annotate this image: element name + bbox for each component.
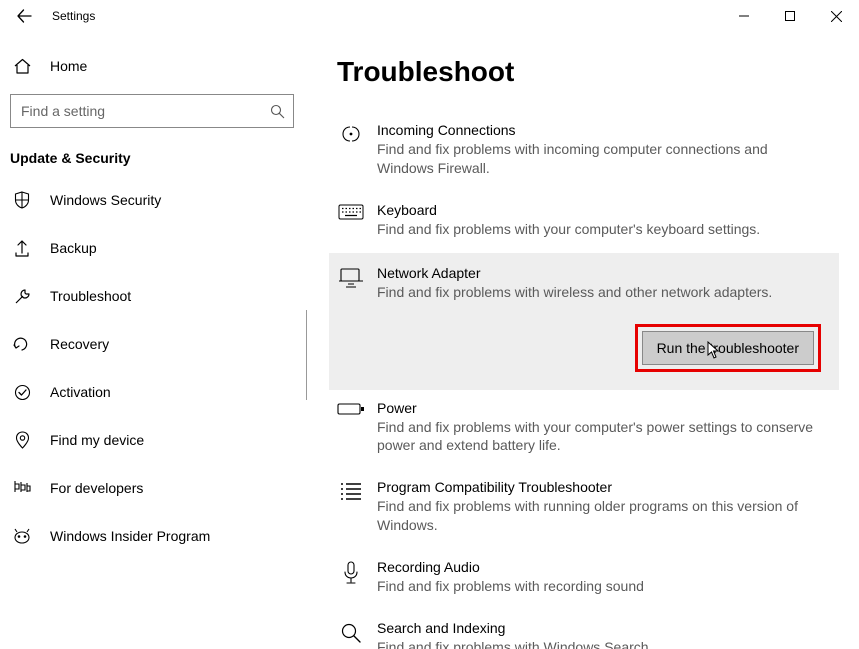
network-adapter-icon <box>337 267 365 289</box>
nav-label: Troubleshoot <box>50 288 131 304</box>
window-title: Settings <box>52 9 95 23</box>
backup-icon <box>12 239 32 257</box>
close-icon <box>831 11 842 22</box>
nav-windows-insider[interactable]: Windows Insider Program <box>10 512 297 560</box>
search-box[interactable] <box>10 94 294 128</box>
item-desc: Find and fix problems with wireless and … <box>377 283 772 302</box>
nav-list: Windows Security Backup Troubleshoot Rec… <box>10 176 297 560</box>
nav-label: For developers <box>50 480 143 496</box>
item-title: Search and Indexing <box>377 620 649 636</box>
page-title: Troubleshoot <box>337 56 839 88</box>
nav-label: Activation <box>50 384 111 400</box>
item-desc: Find and fix problems with recording sou… <box>377 577 644 596</box>
back-button[interactable] <box>10 2 38 30</box>
item-network-adapter[interactable]: Network Adapter Find and fix problems wi… <box>329 253 839 390</box>
nav-label: Recovery <box>50 336 109 352</box>
nav-troubleshoot[interactable]: Troubleshoot <box>10 272 297 320</box>
incoming-connections-icon <box>337 124 365 144</box>
nav-recovery[interactable]: Recovery <box>10 320 297 368</box>
item-recording-audio[interactable]: Recording Audio Find and fix problems wi… <box>337 549 839 610</box>
nav-windows-security[interactable]: Windows Security <box>10 176 297 224</box>
nav-find-my-device[interactable]: Find my device <box>10 416 297 464</box>
home-nav[interactable]: Home <box>10 46 297 86</box>
item-keyboard[interactable]: Keyboard Find and fix problems with your… <box>337 192 839 253</box>
item-desc: Find and fix problems with incoming comp… <box>377 140 827 178</box>
back-arrow-icon <box>16 8 32 24</box>
item-desc: Find and fix problems with Windows Searc… <box>377 638 649 649</box>
category-heading: Update & Security <box>10 150 297 166</box>
insider-icon <box>12 528 32 544</box>
item-desc: Find and fix problems with your computer… <box>377 220 760 239</box>
microphone-icon <box>337 561 365 585</box>
item-title: Recording Audio <box>377 559 644 575</box>
window-controls <box>721 0 859 32</box>
check-icon <box>12 384 32 401</box>
item-title: Incoming Connections <box>377 122 827 138</box>
item-search-indexing[interactable]: Search and Indexing Find and fix problem… <box>337 610 839 649</box>
close-button[interactable] <box>813 0 859 32</box>
nav-label: Windows Insider Program <box>50 528 210 544</box>
nav-label: Backup <box>50 240 97 256</box>
maximize-button[interactable] <box>767 0 813 32</box>
keyboard-icon <box>337 204 365 220</box>
search-icon <box>337 622 365 644</box>
item-incoming-connections[interactable]: Incoming Connections Find and fix proble… <box>337 112 839 192</box>
minimize-button[interactable] <box>721 0 767 32</box>
wrench-icon <box>12 288 32 305</box>
search-icon <box>270 104 285 119</box>
list-icon <box>337 481 365 501</box>
highlight-box: Run the troubleshooter <box>635 324 821 372</box>
maximize-icon <box>785 11 795 21</box>
run-button-label: Run the troubleshooter <box>657 340 799 356</box>
title-bar: Settings <box>0 0 859 32</box>
scrollbar-indicator[interactable] <box>306 310 307 400</box>
item-title: Program Compatibility Troubleshooter <box>377 479 827 495</box>
nav-for-developers[interactable]: For developers <box>10 464 297 512</box>
main-content: Troubleshoot Incoming Connections Find a… <box>307 32 859 649</box>
item-title: Power <box>377 400 827 416</box>
item-program-compatibility[interactable]: Program Compatibility Troubleshooter Fin… <box>337 469 839 549</box>
item-desc: Find and fix problems with running older… <box>377 497 827 535</box>
minimize-icon <box>739 11 749 21</box>
battery-icon <box>337 402 365 416</box>
nav-backup[interactable]: Backup <box>10 224 297 272</box>
item-desc: Find and fix problems with your computer… <box>377 418 827 456</box>
sidebar: Home Update & Security Windows Security <box>0 32 307 649</box>
home-label: Home <box>50 58 87 74</box>
item-title: Keyboard <box>377 202 760 218</box>
home-icon <box>12 58 32 74</box>
nav-label: Find my device <box>50 432 144 448</box>
developers-icon <box>12 480 32 496</box>
troubleshooter-list: Incoming Connections Find and fix proble… <box>337 112 839 649</box>
item-title: Network Adapter <box>377 265 772 281</box>
item-power[interactable]: Power Find and fix problems with your co… <box>337 390 839 470</box>
nav-label: Windows Security <box>50 192 161 208</box>
run-troubleshooter-button[interactable]: Run the troubleshooter <box>642 331 814 365</box>
recovery-icon <box>12 336 32 352</box>
search-input[interactable] <box>21 103 270 119</box>
shield-icon <box>12 191 32 209</box>
location-icon <box>12 431 32 449</box>
nav-activation[interactable]: Activation <box>10 368 297 416</box>
